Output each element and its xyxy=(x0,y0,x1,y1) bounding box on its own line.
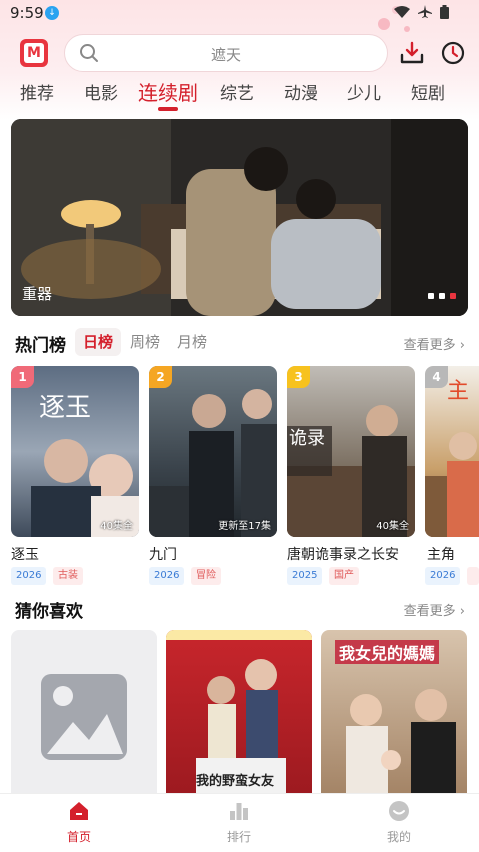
rank-badge: 2 xyxy=(149,366,172,388)
nav-home[interactable]: 首页 xyxy=(49,800,109,845)
svg-text:诡录: 诡录 xyxy=(289,428,325,449)
year-tag: 2026 xyxy=(11,567,47,585)
poster-image: 诡录 xyxy=(287,405,415,537)
poster-card[interactable]: 逐玉 1 40集全 xyxy=(11,366,139,537)
rank-badge: 4 xyxy=(425,366,448,388)
rank-badge: 1 xyxy=(11,366,34,388)
recommend-card-placeholder[interactable] xyxy=(11,630,157,794)
genre-tag: 国产 xyxy=(329,567,359,585)
tab-anime[interactable]: 动漫 xyxy=(284,79,318,104)
nav-profile[interactable]: 我的 xyxy=(369,800,429,845)
wifi-icon xyxy=(394,6,410,18)
poster-image: 主 xyxy=(425,379,479,537)
download-icon[interactable] xyxy=(399,40,425,66)
year-tag: 2025 xyxy=(287,567,323,585)
banner-pagination xyxy=(428,293,456,299)
status-bar: 9:59 ↓ xyxy=(0,0,479,28)
poster-caption: 我的野蛮女友 xyxy=(196,774,275,789)
segment-daily[interactable]: 日榜 xyxy=(75,328,122,356)
tab-short-drama[interactable]: 短剧 xyxy=(411,79,445,104)
image-placeholder-icon xyxy=(41,674,127,760)
poster-image: 逐玉 xyxy=(31,393,139,537)
guess-more-link[interactable]: 查看更多 › xyxy=(404,600,465,619)
hot-list-more-link[interactable]: 查看更多 › xyxy=(404,334,465,353)
poster-card[interactable]: 2 更新至17集 xyxy=(149,366,277,537)
guess-header: 猜你喜欢 查看更多 › xyxy=(0,594,479,622)
banner-image xyxy=(11,119,468,316)
nav-ranking[interactable]: 排行 xyxy=(209,800,269,845)
banner-title: 重器 xyxy=(22,285,53,303)
search-input[interactable]: 遮天 xyxy=(64,34,388,72)
tab-movie[interactable]: 电影 xyxy=(84,79,118,104)
genre-tag: 冒险 xyxy=(191,567,221,585)
tab-variety[interactable]: 综艺 xyxy=(220,79,254,104)
svg-text:主: 主 xyxy=(447,379,469,404)
airplane-icon xyxy=(418,5,432,18)
genre-tag: 古装 xyxy=(53,567,83,585)
pagination-dot[interactable] xyxy=(439,293,445,299)
tab-kids[interactable]: 少儿 xyxy=(347,79,381,104)
poster-title[interactable]: 九门 xyxy=(149,544,177,564)
chart-icon xyxy=(230,803,248,820)
tab-active-indicator xyxy=(158,107,178,111)
hero-banner[interactable]: 重器 xyxy=(11,119,468,316)
hot-list-title: 热门榜 xyxy=(15,336,66,356)
nav-label: 我的 xyxy=(386,830,411,844)
app-logo[interactable]: M xyxy=(20,39,48,67)
year-tag: 2026 xyxy=(149,567,185,585)
poster-title[interactable]: 唐朝诡事录之长安 xyxy=(287,544,399,564)
episode-count: 40集全 xyxy=(376,521,409,532)
tab-series[interactable]: 连续剧 xyxy=(138,77,198,106)
tab-recommend[interactable]: 推荐 xyxy=(20,79,54,104)
poster-caption: 我女兒的媽媽 xyxy=(335,640,440,664)
download-status-icon: ↓ xyxy=(45,6,59,20)
hot-list-header: 热门榜 日榜 周榜 月榜 查看更多 › xyxy=(0,328,479,356)
nav-label: 排行 xyxy=(226,830,251,844)
status-icons xyxy=(394,5,449,19)
poster-title[interactable]: 主角 xyxy=(427,544,455,564)
pagination-dot-active[interactable] xyxy=(450,293,456,299)
nav-label: 首页 xyxy=(66,830,91,844)
poster-card[interactable]: 诡录 3 40集全 xyxy=(287,366,415,537)
year-tag: 2026 xyxy=(425,567,461,585)
segment-weekly[interactable]: 周榜 xyxy=(122,328,168,356)
episode-count: 40集全 xyxy=(100,521,133,532)
category-tabs: 推荐 电影 连续剧 综艺 动漫 少儿 短剧 xyxy=(0,74,479,114)
search-placeholder: 遮天 xyxy=(210,46,241,64)
status-time: 9:59 xyxy=(10,4,44,22)
pagination-dot[interactable] xyxy=(428,293,434,299)
more-label: 查看更多 xyxy=(403,338,456,353)
battery-icon xyxy=(440,5,449,19)
recommend-card[interactable]: 我的野蛮女友 xyxy=(166,630,312,794)
poster-card[interactable]: 主 4 xyxy=(425,366,479,537)
profile-icon xyxy=(389,801,409,821)
more-label: 查看更多 xyxy=(403,604,456,619)
rank-badge: 3 xyxy=(287,366,310,388)
genre-tag-partial xyxy=(467,567,479,585)
guess-title: 猜你喜欢 xyxy=(15,602,83,622)
segment-monthly[interactable]: 月榜 xyxy=(169,328,215,356)
episode-count: 更新至17集 xyxy=(218,521,271,532)
svg-text:逐玉: 逐玉 xyxy=(39,393,91,423)
poster-title[interactable]: 逐玉 xyxy=(11,544,39,564)
home-icon xyxy=(70,802,88,820)
history-icon[interactable] xyxy=(440,40,466,66)
poster-image xyxy=(149,389,277,537)
bottom-navigation: 首页 排行 我的 xyxy=(0,793,479,852)
recommend-card[interactable]: 我女兒的媽媽 xyxy=(321,630,467,794)
